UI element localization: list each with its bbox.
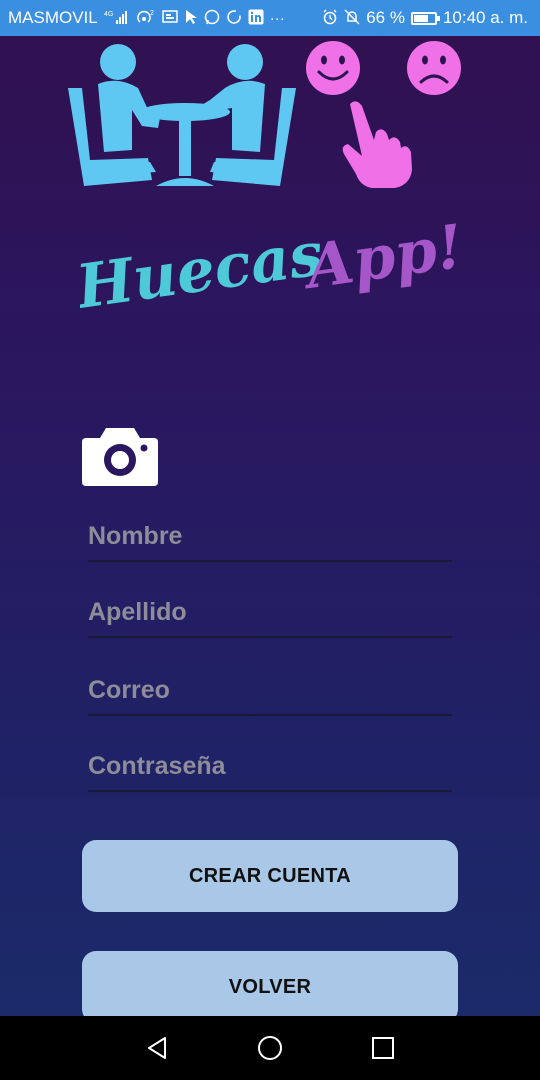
- mute-icon: [344, 8, 360, 28]
- navigation-bar: [0, 1016, 540, 1080]
- create-account-button[interactable]: CREAR CUENTA: [82, 840, 458, 912]
- pointing-hand-icon: [342, 101, 412, 188]
- first-name-input[interactable]: [88, 512, 452, 560]
- whatsapp-icon: [204, 9, 220, 28]
- cursor-icon: [184, 9, 198, 28]
- first-name-field: [88, 512, 452, 562]
- hotspot-icon: 2: [136, 9, 156, 28]
- happy-face-icon: [306, 41, 360, 95]
- sad-face-icon: [407, 41, 461, 95]
- back-button[interactable]: VOLVER: [82, 951, 458, 1023]
- app-logo: Huecas App!: [80, 212, 467, 323]
- status-bar: MASMOVIL 4G 2 ··· 66 % 10:40 a. m.: [0, 0, 540, 36]
- last-name-field: [88, 588, 452, 638]
- svg-text:App!: App!: [297, 212, 467, 304]
- email-input[interactable]: [88, 666, 452, 714]
- home-icon: [257, 1036, 282, 1060]
- email-field: [88, 666, 452, 716]
- people-at-table-illustration: [68, 41, 461, 188]
- last-name-input[interactable]: [88, 588, 452, 636]
- clock: 10:40 a. m.: [442, 8, 528, 27]
- linkedin-icon: [248, 9, 264, 28]
- sync-icon: [226, 9, 242, 28]
- svg-text:Huecas: Huecas: [80, 219, 327, 323]
- more-icon: ···: [269, 9, 285, 27]
- nav-back-button[interactable]: [137, 1028, 177, 1068]
- camera-icon: [82, 428, 158, 486]
- register-screen: MASMOVIL 4G 2 ··· 66 % 10:40 a. m. Hueca…: [0, 0, 540, 1080]
- svg-text:4G: 4G: [104, 11, 113, 18]
- nav-recents-button[interactable]: [363, 1028, 403, 1068]
- battery-icon: [410, 11, 440, 25]
- signal-icon: 4G: [104, 9, 130, 28]
- password-field: [88, 742, 452, 792]
- password-input[interactable]: [88, 742, 452, 790]
- battery-percent: 66 %: [366, 8, 405, 27]
- nav-home-button[interactable]: [250, 1028, 290, 1068]
- cast-icon: [162, 9, 178, 27]
- camera-button[interactable]: [80, 424, 160, 488]
- carrier-name: MASMOVIL: [8, 8, 98, 27]
- alarm-icon: [322, 9, 338, 28]
- back-icon: [147, 1037, 166, 1059]
- svg-text:2: 2: [150, 10, 154, 17]
- recents-icon: [372, 1037, 395, 1059]
